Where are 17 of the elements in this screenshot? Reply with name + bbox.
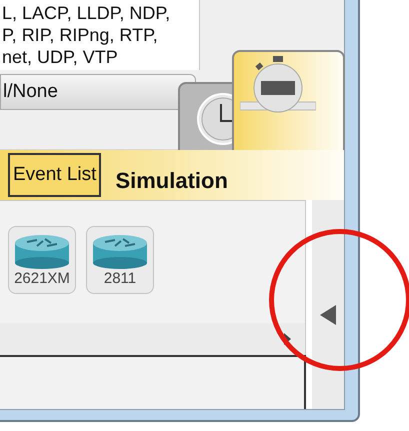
collapse-left-icon[interactable] — [320, 304, 336, 324]
router-device-tile[interactable]: 2811 — [86, 226, 154, 294]
router-icon — [91, 233, 149, 269]
event-list-button[interactable]: Event List — [8, 153, 102, 197]
router-icon — [13, 233, 71, 269]
device-label: 2811 — [104, 269, 136, 289]
simulation-mode-tab[interactable] — [232, 50, 345, 150]
collapse-strip[interactable] — [306, 200, 344, 409]
protocol-line: net, UDP, VTP — [2, 46, 119, 68]
filter-dropdown[interactable]: l/None — [0, 74, 196, 110]
router-device-tile[interactable]: 2621XM — [8, 226, 76, 294]
device-label: 2621XM — [14, 269, 70, 289]
protocol-line: P, RIP, RIPng, RTP, — [2, 24, 159, 46]
horizontal-scrollbar[interactable] — [0, 323, 306, 355]
scroll-right-icon[interactable] — [284, 333, 291, 345]
mode-label: Simulation — [115, 166, 228, 194]
protocol-line: L, LACP, LLDP, NDP, — [2, 2, 172, 24]
